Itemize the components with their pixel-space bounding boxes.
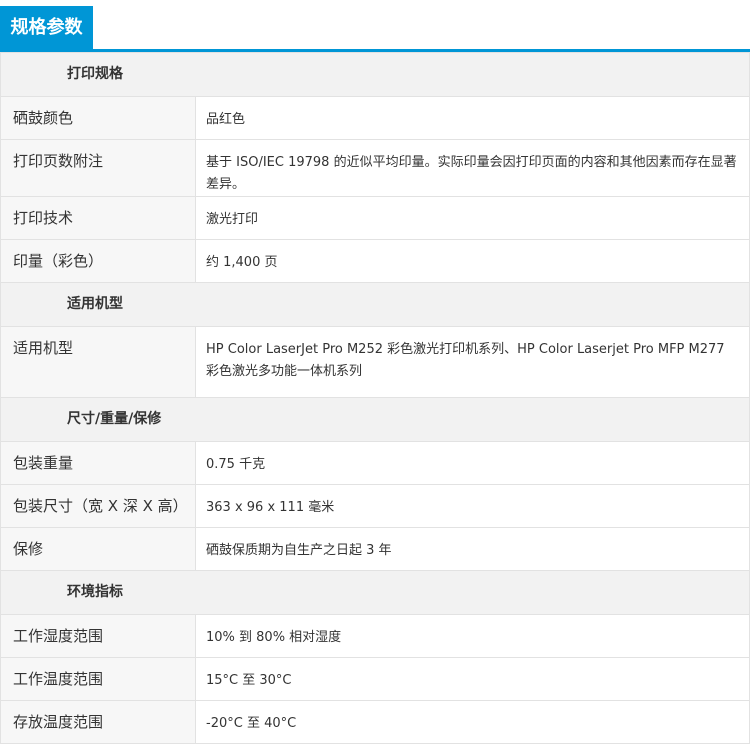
row-label: 包装尺寸（宽 X 深 X 高） [0, 484, 196, 528]
row-value: 0.75 千克 [195, 441, 750, 485]
spec-page: 规格参数 打印规格 硒鼓颜色 品红色 打印页数附注 基于 ISO/IEC 197… [0, 0, 750, 749]
row-label: 存放温度范围 [0, 700, 196, 744]
row-value: -20°C 至 40°C [195, 700, 750, 744]
row-value: 品红色 [195, 96, 750, 140]
row-label: 保修 [0, 527, 196, 571]
section-header-dims: 尺寸/重量/保修 [0, 397, 750, 442]
table-row: 印量（彩色） 约 1,400 页 [0, 239, 750, 283]
table-row: 工作湿度范围 10% 到 80% 相对湿度 [0, 614, 750, 658]
title-bar: 规格参数 [0, 0, 750, 52]
table-row: 存放温度范围 -20°C 至 40°C [0, 700, 750, 744]
row-label: 硒鼓颜色 [0, 96, 196, 140]
table-row: 打印页数附注 基于 ISO/IEC 19798 的近似平均印量。实际印量会因打印… [0, 139, 750, 197]
row-label: 包装重量 [0, 441, 196, 485]
row-value: HP Color LaserJet Pro M252 彩色激光打印机系列、HP … [195, 326, 750, 398]
section-heading: 尺寸/重量/保修 [0, 397, 750, 442]
section-heading: 环境指标 [0, 570, 750, 615]
section-header-compat: 适用机型 [0, 282, 750, 327]
table-row: 保修 硒鼓保质期为自生产之日起 3 年 [0, 527, 750, 571]
section-header-print: 打印规格 [0, 52, 750, 97]
table-row: 适用机型 HP Color LaserJet Pro M252 彩色激光打印机系… [0, 326, 750, 398]
table-row: 包装重量 0.75 千克 [0, 441, 750, 485]
table-row: 工作温度范围 15°C 至 30°C [0, 657, 750, 701]
row-label: 打印技术 [0, 196, 196, 240]
table-row: 包装尺寸（宽 X 深 X 高） 363 x 96 x 111 毫米 [0, 484, 750, 528]
row-value: 10% 到 80% 相对湿度 [195, 614, 750, 658]
row-value: 约 1,400 页 [195, 239, 750, 283]
row-value: 363 x 96 x 111 毫米 [195, 484, 750, 528]
row-value: 激光打印 [195, 196, 750, 240]
section-heading: 适用机型 [0, 282, 750, 327]
row-label: 打印页数附注 [0, 139, 196, 197]
row-value: 硒鼓保质期为自生产之日起 3 年 [195, 527, 750, 571]
section-heading: 打印规格 [0, 52, 750, 97]
table-row: 硒鼓颜色 品红色 [0, 96, 750, 140]
row-value: 15°C 至 30°C [195, 657, 750, 701]
row-value: 基于 ISO/IEC 19798 的近似平均印量。实际印量会因打印页面的内容和其… [195, 139, 750, 197]
row-label: 适用机型 [0, 326, 196, 398]
row-label: 工作温度范围 [0, 657, 196, 701]
table-row: 打印技术 激光打印 [0, 196, 750, 240]
section-header-env: 环境指标 [0, 570, 750, 615]
page-title: 规格参数 [0, 6, 93, 49]
spec-table: 打印规格 硒鼓颜色 品红色 打印页数附注 基于 ISO/IEC 19798 的近… [0, 52, 750, 744]
row-label: 印量（彩色） [0, 239, 196, 283]
row-label: 工作湿度范围 [0, 614, 196, 658]
